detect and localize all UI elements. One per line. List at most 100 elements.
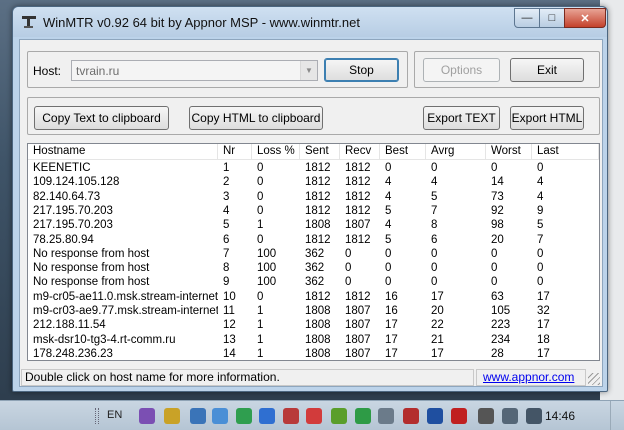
nvidia-icon[interactable] xyxy=(331,408,347,424)
column-header[interactable]: Nr xyxy=(218,144,252,160)
table-cell: msk-dsr10-tg3-4.rt-comm.ru xyxy=(33,333,176,346)
viber-icon[interactable] xyxy=(139,408,155,424)
table-cell: 1807 xyxy=(345,347,371,360)
export-text-button[interactable]: Export TEXT xyxy=(423,106,500,130)
table-cell: 1808 xyxy=(305,219,331,232)
column-header[interactable]: Best xyxy=(380,144,426,160)
show-desktop-button[interactable] xyxy=(610,401,624,430)
table-cell: 20 xyxy=(491,233,504,246)
copy-text-button[interactable]: Copy Text to clipboard xyxy=(34,106,169,130)
table-cell: 0 xyxy=(385,247,392,260)
monitor-icon[interactable] xyxy=(502,408,518,424)
table-cell: 63 xyxy=(491,290,504,303)
table-cell: 0 xyxy=(491,262,498,275)
column-header[interactable]: Avrg xyxy=(426,144,486,160)
table-row[interactable]: 217.195.70.203 5 1 1808 1807 4 8 98 5 xyxy=(28,218,599,232)
flag-icon[interactable] xyxy=(478,408,494,424)
table-cell: 0 xyxy=(431,276,438,289)
table-cell: 1 xyxy=(257,305,264,317)
table-cell: 1808 xyxy=(305,319,331,332)
minimize-button[interactable]: — xyxy=(514,8,540,28)
column-header[interactable]: Hostname xyxy=(28,144,218,160)
title-bar[interactable]: WinMTR v0.92 64 bit by Appnor MSP - www.… xyxy=(13,7,607,37)
table-cell: 18 xyxy=(537,333,550,346)
table-row[interactable]: 217.195.70.203 4 0 1812 1812 5 7 92 9 xyxy=(28,204,599,218)
table-cell: 0 xyxy=(257,162,264,174)
red-disk-icon-2[interactable] xyxy=(427,408,443,424)
clock[interactable]: 14:46 xyxy=(545,409,575,423)
table-cell: 4 xyxy=(385,190,392,203)
appnor-link[interactable]: www.appnor.com xyxy=(476,369,586,386)
table-cell: 73 xyxy=(491,190,504,203)
stop-button[interactable]: Stop xyxy=(324,58,399,82)
window-title: WinMTR v0.92 64 bit by Appnor MSP - www.… xyxy=(43,15,360,30)
host-combobox[interactable]: tvrain.ru ▼ xyxy=(71,60,318,81)
maximize-button[interactable]: □ xyxy=(539,8,565,28)
table-row[interactable]: m9-cr05-ae11.0.msk.stream-internet.... 10… xyxy=(28,290,599,304)
red-disk-icon[interactable] xyxy=(403,408,419,424)
column-header[interactable]: Recv xyxy=(340,144,380,160)
table-cell: 100 xyxy=(257,247,277,260)
column-header[interactable]: Sent xyxy=(300,144,340,160)
table-cell: 14 xyxy=(491,176,504,189)
table-row[interactable]: 78.25.80.94 6 0 1812 1812 5 6 20 7 xyxy=(28,233,599,247)
table-row[interactable]: m9-cr03-ae9.77.msk.stream-internet.... 11… xyxy=(28,304,599,318)
cloud-icon[interactable] xyxy=(212,408,228,424)
app-icon[interactable] xyxy=(283,408,299,424)
table-cell: 1807 xyxy=(345,219,371,232)
table-row[interactable]: msk-dsr10-tg3-4.rt-comm.ru 13 1 1808 1807 17 2… xyxy=(28,333,599,347)
table-cell: 28 xyxy=(491,347,504,360)
table-cell: 12 xyxy=(223,319,236,332)
table-cell: 6 xyxy=(431,233,438,246)
table-cell: 1812 xyxy=(345,204,371,217)
clipboard-icon[interactable] xyxy=(164,408,180,424)
status-message: Double click on host name for more infor… xyxy=(21,369,474,386)
table-row[interactable]: No response from host 9 100 362 0 0 0 0 0 xyxy=(28,275,599,289)
column-header[interactable]: Loss % xyxy=(252,144,300,160)
toolbar-grip[interactable] xyxy=(95,408,99,424)
table-cell: 0 xyxy=(345,247,352,260)
table-cell: 217.195.70.203 xyxy=(33,204,113,217)
table-cell: 7 xyxy=(431,204,438,217)
table-cell: 109.124.105.128 xyxy=(33,176,120,189)
table-row[interactable]: 178.248.236.23 14 1 1808 1807 17 17 28 17 xyxy=(28,347,599,360)
table-cell: 0 xyxy=(431,262,438,275)
volume-icon[interactable] xyxy=(526,408,542,424)
table-cell: 0 xyxy=(345,276,352,289)
table-cell: 1 xyxy=(223,162,230,174)
close-button[interactable]: ✕ xyxy=(564,8,606,28)
table-row[interactable]: 109.124.105.128 2 0 1812 1812 4 4 14 4 xyxy=(28,175,599,189)
table-row[interactable]: 212.188.11.54 12 1 1808 1807 17 22 223 17 xyxy=(28,318,599,332)
green-check-icon[interactable] xyxy=(355,408,371,424)
google-drive-icon[interactable] xyxy=(236,408,252,424)
table-cell: 6 xyxy=(223,233,230,246)
table-row[interactable]: 82.140.64.73 3 0 1812 1812 4 5 73 4 xyxy=(28,190,599,204)
table-cell: 5 xyxy=(385,204,392,217)
table-cell: 1812 xyxy=(345,190,371,203)
table-cell: No response from host xyxy=(33,247,150,260)
gear-icon[interactable] xyxy=(378,408,394,424)
export-html-button[interactable]: Export HTML xyxy=(510,106,584,130)
host-label: Host: xyxy=(33,64,62,78)
red-app-icon[interactable] xyxy=(306,408,322,424)
dropbox-icon[interactable] xyxy=(259,408,275,424)
results-table[interactable]: Hostname Nr Loss % Sent Recv Best Avrg Worst Las… xyxy=(27,143,600,361)
en-badge-icon[interactable] xyxy=(451,408,467,424)
table-cell: 0 xyxy=(537,247,544,260)
column-header[interactable]: Last xyxy=(532,144,599,160)
language-indicator[interactable]: EN xyxy=(107,409,122,421)
options-button[interactable]: Options xyxy=(423,58,500,82)
exit-button[interactable]: Exit xyxy=(510,58,584,82)
table-cell: 9 xyxy=(223,276,230,289)
table-row[interactable]: No response from host 8 100 362 0 0 0 0 0 xyxy=(28,261,599,275)
copy-html-button[interactable]: Copy HTML to clipboard xyxy=(189,106,323,130)
chevron-down-icon[interactable]: ▼ xyxy=(300,61,317,80)
table-cell: 32 xyxy=(537,305,550,317)
table-cell: 223 xyxy=(491,319,511,332)
table-header: Hostname Nr Loss % Sent Recv Best Avrg Worst Las… xyxy=(28,144,599,160)
column-header[interactable]: Worst xyxy=(486,144,532,160)
table-row[interactable]: No response from host 7 100 362 0 0 0 0 0 xyxy=(28,247,599,261)
image-icon[interactable] xyxy=(190,408,206,424)
resize-grip[interactable] xyxy=(588,373,600,385)
table-row[interactable]: KEENETIC 1 0 1812 1812 0 0 0 0 xyxy=(28,161,599,175)
